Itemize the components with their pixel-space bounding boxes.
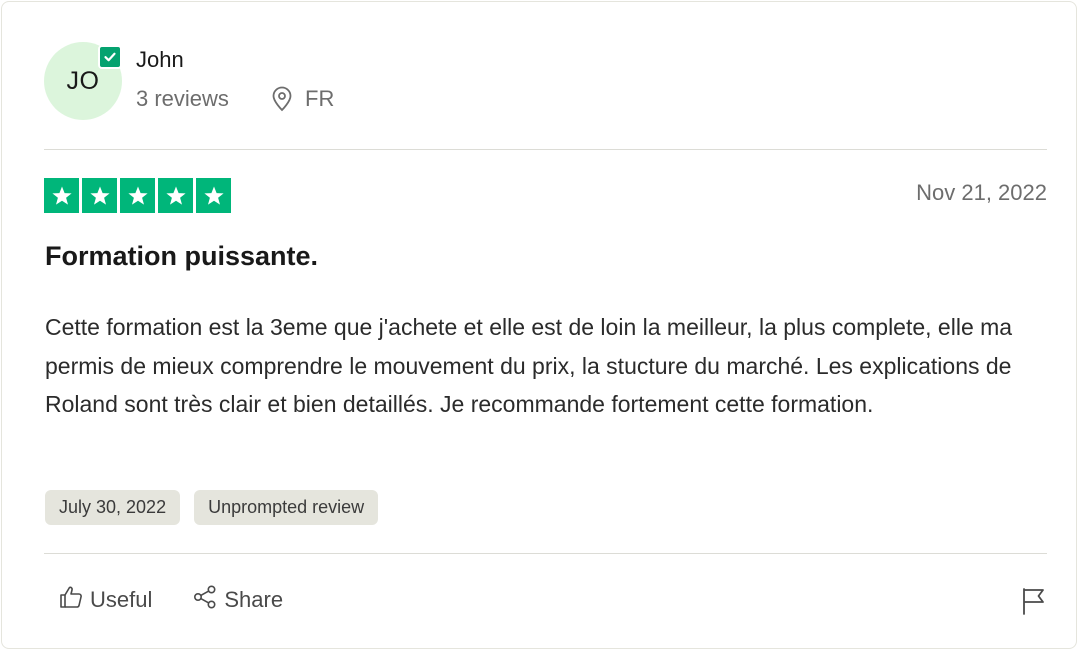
divider — [44, 149, 1047, 150]
review-actions: Useful Share — [58, 584, 323, 616]
star-icon — [196, 178, 231, 213]
share-label: Share — [224, 587, 284, 612]
review-title[interactable]: Formation puissante. — [45, 241, 318, 272]
reviewer-country: FR — [305, 86, 335, 111]
map-pin-icon — [270, 86, 294, 117]
reviewer-review-count: 3 reviews — [136, 86, 229, 111]
useful-button[interactable]: Useful — [58, 584, 152, 616]
divider — [44, 553, 1047, 554]
verified-badge-icon — [98, 45, 122, 69]
review-date: Nov 21, 2022 — [916, 180, 1047, 205]
experience-date-tag: July 30, 2022 — [45, 490, 181, 525]
review-body: Cette formation est la 3eme que j'achete… — [45, 314, 1013, 417]
star-rating — [44, 178, 231, 213]
share-button[interactable]: Share — [192, 584, 283, 616]
share-icon — [192, 584, 218, 616]
useful-label: Useful — [90, 587, 153, 612]
review-tags: July 30, 2022 Unprompted review — [45, 490, 379, 525]
thumbs-up-icon — [58, 584, 84, 616]
star-icon — [158, 178, 193, 213]
star-icon — [44, 178, 79, 213]
reviewer-name[interactable]: John — [136, 47, 184, 73]
report-flag-icon[interactable] — [1020, 586, 1048, 621]
avatar-initials: JO — [66, 66, 100, 95]
unprompted-review-tag[interactable]: Unprompted review — [194, 490, 379, 525]
star-icon — [82, 178, 117, 213]
star-icon — [120, 178, 155, 213]
